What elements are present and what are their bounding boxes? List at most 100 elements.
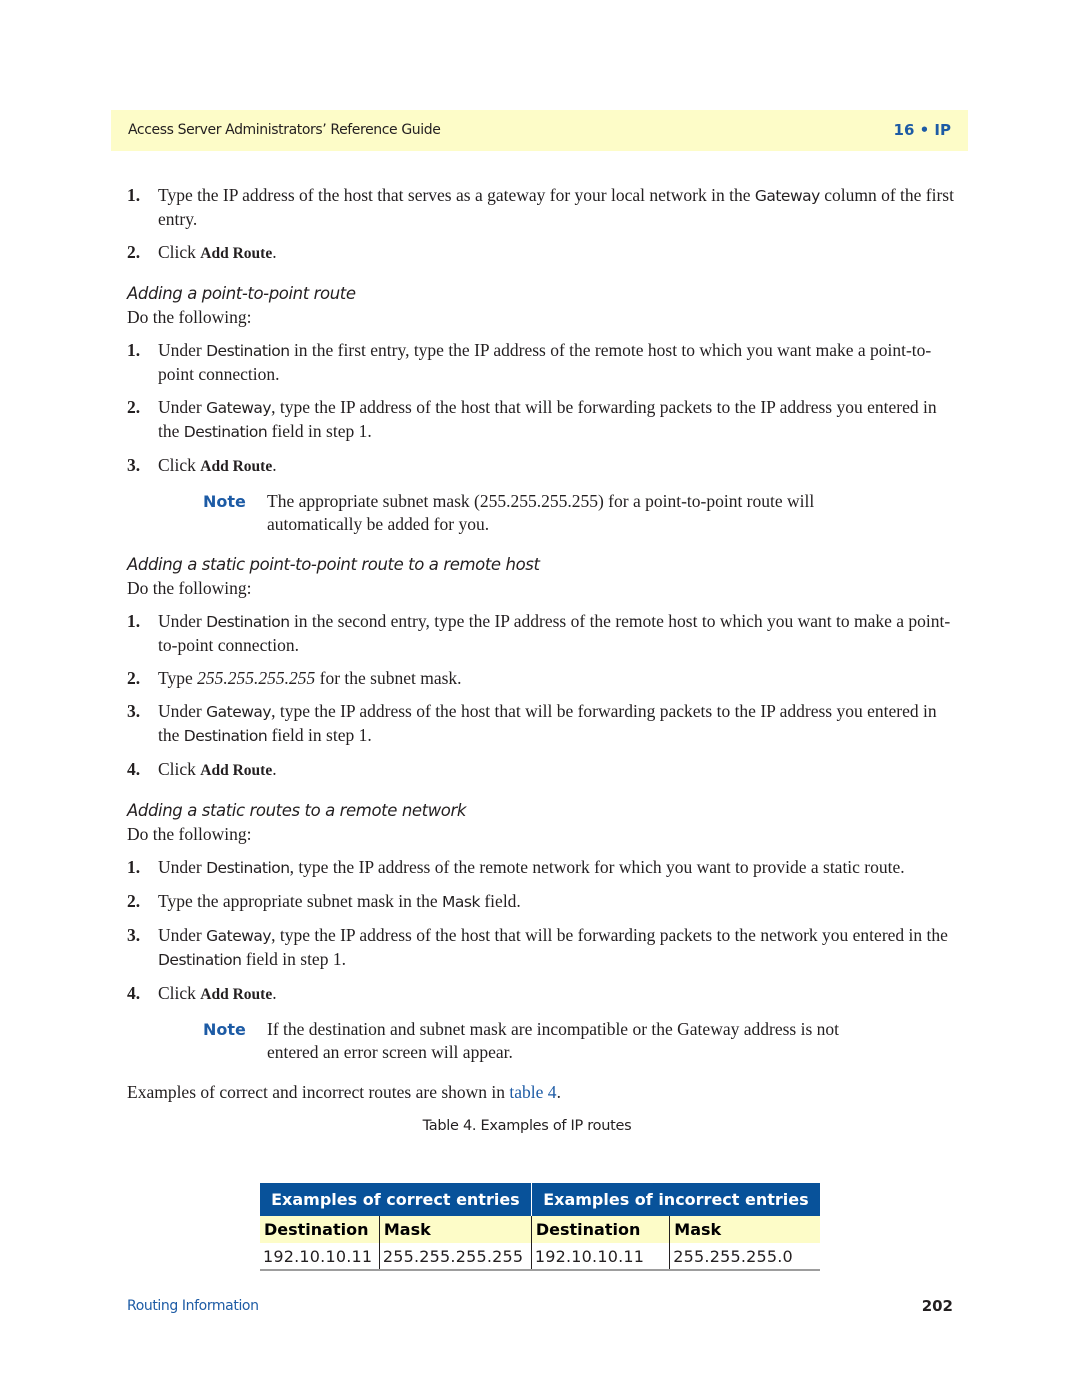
ui-term: Gateway [206, 703, 272, 721]
note-text: If the destination and subnet mask are i… [267, 1019, 839, 1062]
step-number: 1. [127, 185, 141, 205]
column-header-destination: Destination [260, 1216, 380, 1243]
note-text: The appropriate subnet mask (255.255.255… [267, 491, 815, 534]
note-label: Note [203, 1020, 246, 1039]
group-header-correct: Examples of correct entries [260, 1183, 532, 1216]
column-header-mask: Mask [669, 1216, 820, 1243]
table-cell: 192.10.10.11 [260, 1243, 380, 1271]
step-text: field in step 1. [241, 949, 346, 969]
table-cell: 255.255.255.255 [378, 1243, 532, 1271]
ui-term: Destination [183, 727, 268, 745]
step-item: 2. Type the appropriate subnet mask in th… [127, 890, 957, 914]
step-item: 3. Under Gateway, type the IP address of … [127, 924, 957, 972]
step-number: 1. [127, 340, 141, 360]
table-cell: 255.255.255.0 [669, 1243, 820, 1271]
step-number: 2. [127, 242, 141, 262]
section-intro: Do the following: [127, 307, 252, 327]
step-number: 1. [127, 611, 141, 631]
section-heading: Adding a static routes to a remote netwo… [127, 801, 467, 820]
paragraph-text: . [556, 1082, 561, 1102]
section-heading: Adding a static point-to-point route to … [127, 555, 540, 574]
step-number: 3. [127, 455, 141, 475]
step-text: . [272, 983, 277, 1003]
step-text: , type the IP address of the host that w… [271, 925, 948, 945]
step-number: 3. [127, 925, 141, 945]
step-item: 4. Click Add Route. [127, 982, 957, 1006]
step-text: . [272, 759, 277, 779]
ui-term: Mask [442, 893, 480, 911]
section-intro: Do the following: [127, 578, 252, 598]
step-item: 2. Under Gateway, type the IP address of … [127, 396, 957, 444]
table-row: 192.10.10.11 255.255.255.255 192.10.10.1… [260, 1243, 820, 1271]
page-content: 1. Type the IP address of the host that s… [127, 184, 957, 1134]
mask-value: 255.255.255.255 [197, 668, 316, 688]
running-header: Access Server Administrators’ Reference … [111, 110, 968, 151]
footer-section-link[interactable]: Routing Information [127, 1298, 259, 1314]
step-text: Click [158, 242, 201, 262]
step-item: 2. Click Add Route. [127, 241, 957, 265]
guide-title: Access Server Administrators’ Reference … [128, 122, 441, 138]
table-group-header-row: Examples of correct entries Examples of … [260, 1183, 820, 1216]
step-text: Click [158, 455, 201, 475]
column-header-destination: Destination [530, 1216, 670, 1243]
note-block: Note The appropriate subnet mask (255.25… [127, 490, 847, 536]
ip-routes-table: Examples of correct entries Examples of … [260, 1183, 820, 1271]
ui-term: Gateway [206, 399, 272, 417]
table-cell: 192.10.10.11 [530, 1243, 670, 1271]
step-text: Click [158, 983, 201, 1003]
step-text: Under [158, 701, 207, 721]
group-header-incorrect: Examples of incorrect entries [530, 1183, 820, 1216]
step-text: field in step 1. [267, 725, 372, 745]
step-number: 2. [127, 891, 141, 911]
ui-term: Gateway [206, 927, 272, 945]
step-item: 3. Click Add Route. [127, 454, 957, 478]
ui-term: Destination [206, 342, 290, 360]
column-header-mask: Mask [378, 1216, 532, 1243]
ui-term: Destination [183, 423, 268, 441]
table-link[interactable]: table 4 [509, 1082, 556, 1102]
table-column-header-row: Destination Mask Destination Mask [260, 1216, 820, 1243]
ui-term: Destination [158, 951, 242, 969]
button-reference: Add Route [200, 762, 273, 779]
button-reference: Add Route [200, 245, 273, 262]
step-text: , type the IP address of the remote netw… [289, 857, 905, 877]
step-number: 3. [127, 701, 141, 721]
step-text: Type the appropriate subnet mask in the [158, 891, 443, 911]
ui-term: Gateway [754, 187, 820, 205]
step-number: 4. [127, 983, 141, 1003]
step-number: 2. [127, 397, 141, 417]
step-text: Under [158, 925, 207, 945]
step-item: 1. Under Destination in the first entry, … [127, 339, 957, 386]
step-text: . [272, 455, 277, 475]
button-reference: Add Route [200, 458, 273, 475]
step-text: field in step 1. [267, 421, 372, 441]
step-text: Under [158, 340, 207, 360]
step-item: 1. Under Destination, type the IP address… [127, 856, 957, 880]
closing-paragraph: Examples of correct and incorrect routes… [127, 1080, 957, 1104]
ui-term: Destination [206, 859, 290, 877]
note-block: Note If the destination and subnet mask … [127, 1018, 847, 1064]
paragraph-text: Examples of correct and incorrect routes… [127, 1082, 510, 1102]
section-intro: Do the following: [127, 824, 252, 844]
step-text: . [272, 242, 277, 262]
step-text: Type [158, 668, 198, 688]
step-number: 4. [127, 759, 141, 779]
page-number: 202 [921, 1297, 953, 1315]
step-text: field. [479, 891, 521, 911]
step-item: 1. Type the IP address of the host that s… [127, 184, 957, 231]
chapter-label: 16 • IP [893, 121, 951, 139]
step-text: Type the IP address of the host that ser… [158, 185, 755, 205]
step-number: 1. [127, 857, 141, 877]
section-heading: Adding a point-to-point route [127, 284, 356, 303]
button-reference: Add Route [200, 986, 273, 1003]
step-item: 1. Under Destination in the second entry,… [127, 610, 957, 657]
step-text: Click [158, 759, 201, 779]
step-item: 2. Type 255.255.255.255 for the subnet ma… [127, 667, 957, 690]
ui-term: Destination [206, 613, 290, 631]
step-item: 3. Under Gateway, type the IP address of … [127, 700, 957, 748]
step-number: 2. [127, 668, 141, 688]
step-text: Under [158, 857, 207, 877]
note-label: Note [203, 492, 246, 511]
step-text: Under [158, 397, 207, 417]
step-text: Under [158, 611, 207, 631]
